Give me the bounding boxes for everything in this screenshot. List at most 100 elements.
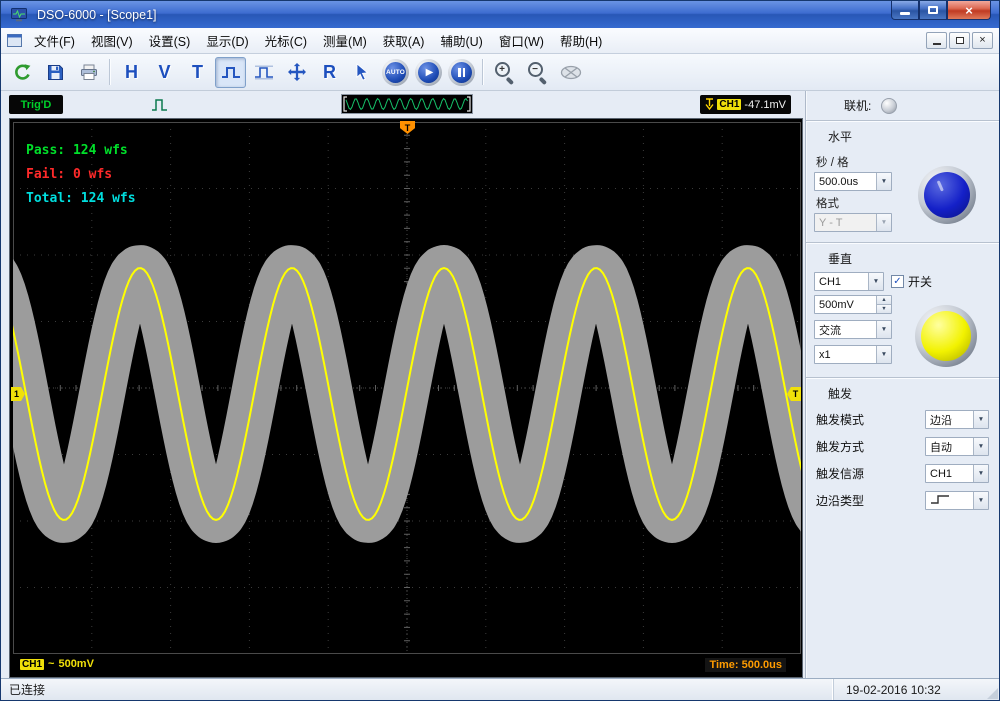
menu-item-cursor[interactable]: 光标(C) <box>257 28 315 53</box>
menu-item-window[interactable]: 窗口(W) <box>491 28 552 53</box>
close-button[interactable]: × <box>947 1 991 20</box>
record-view-thumbnail[interactable] <box>341 94 473 114</box>
channel-info: CH1 ~ 500mV <box>20 658 94 670</box>
total-count-overlay: Total: 124 wfs <box>26 191 136 206</box>
seconds-per-div-select[interactable]: 500.0us ▼ <box>814 172 892 191</box>
print-button[interactable] <box>73 57 104 88</box>
probe-select[interactable]: x1 ▼ <box>814 345 892 364</box>
pass-fail-button[interactable] <box>215 56 246 88</box>
magnifier-minus-icon: − <box>527 61 549 85</box>
toolbar-separator <box>482 59 484 85</box>
trigger-sweep-select[interactable]: 自动 ▼ <box>925 437 989 456</box>
record-button[interactable]: R <box>314 57 345 88</box>
trigger-position-marker[interactable]: T <box>400 121 415 134</box>
chevron-down-icon[interactable]: ▼ <box>973 411 988 428</box>
trigger-status-badge: Trig'D <box>9 95 63 114</box>
chevron-down-icon[interactable]: ▼ <box>973 465 988 482</box>
vertical-position-knob[interactable] <box>915 305 977 367</box>
edge-type-select[interactable]: ▼ <box>925 491 989 510</box>
minimize-icon <box>932 43 941 45</box>
menu-item-help[interactable]: 帮助(H) <box>552 28 610 53</box>
save-button[interactable] <box>40 57 71 88</box>
panel-separator <box>806 120 999 122</box>
zoom-in-button[interactable]: + <box>489 57 520 88</box>
vertical-setup-button[interactable]: V <box>149 57 180 88</box>
format-label: 格式 <box>816 198 839 210</box>
menu-item-utility[interactable]: 辅助(U) <box>432 28 490 53</box>
coupling-symbol: ~ <box>48 658 55 670</box>
coupling-select[interactable]: 交流 ▼ <box>814 320 892 339</box>
zoom-out-button[interactable]: − <box>522 57 553 88</box>
format-select: Y - T ▼ <box>814 213 892 232</box>
datetime-pane: 19-02-2016 10:32 <box>833 679 991 700</box>
xy-mode-button[interactable] <box>555 57 586 88</box>
trigger-source-select[interactable]: CH1 ▼ <box>925 464 989 483</box>
four-arrows-icon <box>287 63 306 81</box>
horizontal-title: 水平 <box>828 130 853 144</box>
spinner-up-button[interactable]: ▲ <box>877 296 891 305</box>
mdi-restore-button[interactable] <box>949 32 970 49</box>
datetime-text: 19-02-2016 10:32 <box>846 682 941 697</box>
maximize-icon <box>928 6 938 14</box>
chevron-down-icon[interactable]: ▼ <box>868 273 883 290</box>
title-bar[interactable]: DSO-6000 - [Scope1] × <box>1 1 999 28</box>
horizontal-position-knob[interactable] <box>918 166 976 224</box>
maximize-button[interactable] <box>919 1 947 20</box>
knob-face <box>921 311 971 361</box>
magnifier-plus-icon: + <box>494 61 516 85</box>
trigger-sweep-label: 触发方式 <box>816 440 865 454</box>
panel-separator <box>806 377 999 379</box>
connect-button[interactable] <box>7 57 38 88</box>
resize-grip[interactable] <box>987 688 998 699</box>
chevron-down-icon[interactable]: ▼ <box>973 492 988 509</box>
menu-item-measure[interactable]: 测量(M) <box>315 28 375 53</box>
pass-count-overlay: Pass: 124 wfs <box>26 143 128 158</box>
pause-icon <box>448 58 475 86</box>
chevron-down-icon[interactable]: ▼ <box>876 173 891 190</box>
trigger-level-marker[interactable]: T <box>787 387 801 401</box>
mask-edit-button[interactable] <box>248 57 279 88</box>
online-label: 联机: <box>844 99 872 113</box>
toolbar-separator <box>109 59 111 85</box>
trigger-mode-select[interactable]: 边沿 ▼ <box>925 410 989 429</box>
cursor-button[interactable] <box>347 57 378 88</box>
trigger-source-label: 触发信源 <box>816 467 865 481</box>
minimize-button[interactable] <box>891 1 919 20</box>
volts-per-div-spinner[interactable]: 500mV ▲ ▼ <box>814 295 892 314</box>
channel-select[interactable]: CH1 ▼ <box>814 272 884 291</box>
mdi-minimize-button[interactable] <box>926 32 947 49</box>
horizontal-setup-button[interactable]: H <box>116 57 147 88</box>
menu-item-settings[interactable]: 设置(S) <box>141 28 199 53</box>
menu-item-acquire[interactable]: 获取(A) <box>375 28 433 53</box>
trigger-title: 触发 <box>828 387 853 401</box>
edge-pulse-icon <box>151 98 168 112</box>
scope-column: Trig'D CH1 -47.1mV Pass: 124 wfs Fail: 0… <box>1 91 805 678</box>
channel-enable-checkbox[interactable]: ✓ <box>891 275 904 288</box>
mdi-close-button[interactable]: × <box>972 32 993 49</box>
chevron-down-icon[interactable]: ▼ <box>876 346 891 363</box>
timebase-info: Time: 500.0us <box>705 658 786 672</box>
connection-indicator <box>881 97 898 114</box>
autoset-button[interactable]: AUTO <box>380 57 411 88</box>
window-title: DSO-6000 - [Scope1] <box>37 7 157 22</box>
menu-item-view[interactable]: 视图(V) <box>83 28 141 53</box>
close-icon: × <box>979 34 986 46</box>
content-area: Trig'D CH1 -47.1mV Pass: 124 wfs Fail: 0… <box>1 91 999 678</box>
application-window: DSO-6000 - [Scope1] × 文件(F) 视图(V) 设置(S) … <box>0 0 1000 701</box>
thumbnail-waveform <box>342 95 472 113</box>
chevron-down-icon[interactable]: ▼ <box>876 321 891 338</box>
floppy-icon <box>48 64 63 80</box>
secdiv-label: 秒 / 格 <box>816 157 849 169</box>
measure-button[interactable] <box>281 57 312 88</box>
switch-label: 开关 <box>908 275 933 289</box>
menu-item-file[interactable]: 文件(F) <box>26 28 83 53</box>
trigger-setup-button[interactable]: T <box>182 57 213 88</box>
pause-button[interactable] <box>446 57 477 88</box>
run-button[interactable]: ▶ <box>413 57 444 88</box>
menu-item-display[interactable]: 显示(D) <box>198 28 256 53</box>
channel1-level-marker[interactable]: 1 <box>11 387 25 401</box>
spinner-down-button[interactable]: ▼ <box>877 305 891 313</box>
printer-icon <box>80 64 97 80</box>
chevron-down-icon[interactable]: ▼ <box>973 438 988 455</box>
vertical-title: 垂直 <box>828 252 853 266</box>
